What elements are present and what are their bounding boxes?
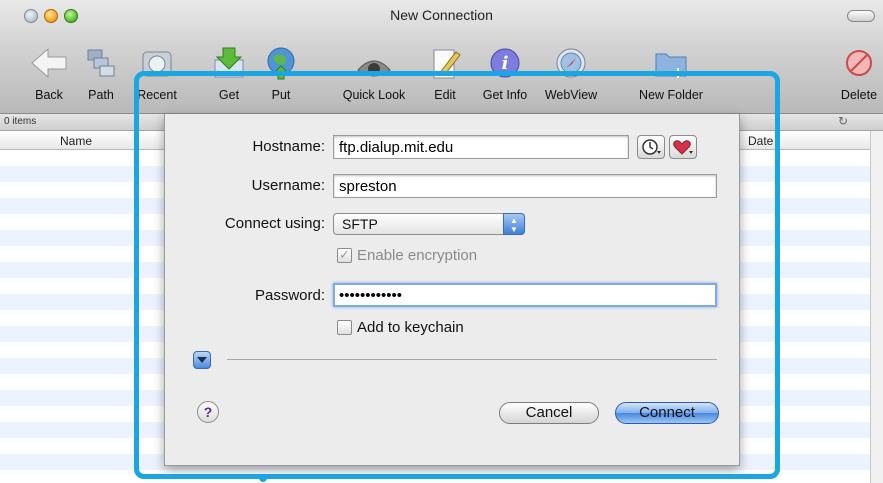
delete-button[interactable]: Delete	[841, 46, 877, 102]
delete-icon	[846, 50, 872, 76]
app-window: New Connection Back Path Recent Get Put …	[0, 0, 883, 483]
path-icon	[87, 49, 115, 77]
back-arrow-icon	[31, 47, 67, 79]
item-count: 0 items	[4, 116, 37, 127]
window-title: New Connection	[390, 7, 493, 23]
highlight-frame	[134, 71, 780, 479]
path-button[interactable]: Path	[84, 46, 118, 102]
toolbar-toggle-button[interactable]	[847, 10, 875, 22]
reload-icon[interactable]: ↻	[838, 114, 848, 128]
column-name[interactable]: Name	[60, 134, 92, 148]
back-button[interactable]: Back	[30, 46, 68, 102]
highlight-dot	[259, 474, 267, 482]
scrollbar[interactable]	[870, 131, 883, 483]
